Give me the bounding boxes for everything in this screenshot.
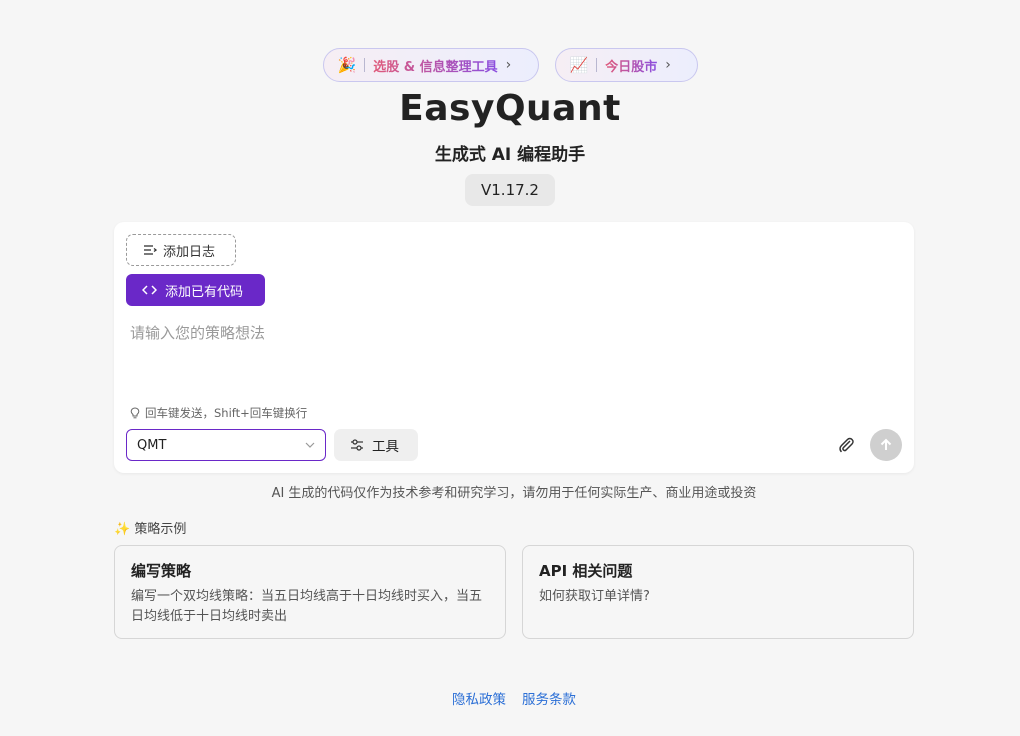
add-code-button[interactable]: 添加已有代码 — [126, 274, 265, 306]
version-wrap: V1.17.2 — [0, 174, 1020, 206]
lightbulb-icon — [130, 407, 140, 419]
send-button[interactable] — [870, 429, 902, 461]
privacy-policy-link[interactable]: 隐私政策 — [452, 688, 506, 708]
terms-of-service-link[interactable]: 服务条款 — [522, 688, 576, 708]
strategy-input[interactable] — [126, 318, 896, 398]
pill-label: 今日股市 — [605, 56, 657, 75]
pill-today-market[interactable]: 📈 今日股市 › — [554, 48, 698, 82]
announcement-pills: 🎉 选股 & 信息整理工具 › 📈 今日股市 › — [0, 48, 1020, 82]
example-card-write-strategy[interactable]: 编写策略 编写一个双均线策略：当五日均线高于十日均线时买入，当五日均线低于十日均… — [114, 545, 506, 639]
example-description: 如何获取订单详情? — [539, 589, 650, 604]
chart-up-icon: 📈 — [569, 56, 589, 74]
chevron-right-icon: › — [665, 57, 671, 73]
add-log-label: 添加日志 — [163, 244, 216, 260]
disclaimer-text: AI 生成的代码仅作为技术参考和研究学习，请勿用于任何实际生产、商业用途或投资 — [271, 486, 757, 501]
sliders-icon — [351, 439, 363, 451]
divider — [364, 58, 366, 72]
version-badge: V1.17.2 — [465, 174, 555, 206]
platform-value: QMT — [137, 437, 167, 453]
example-card-api-question[interactable]: API 相关问题 如何获取订单详情? — [522, 545, 914, 639]
paperclip-icon[interactable] — [836, 435, 856, 455]
example-heading: 编写策略 — [131, 562, 192, 580]
footer-links: 隐私政策 服务条款 — [0, 688, 1020, 708]
tools-button[interactable]: 工具 — [334, 429, 418, 461]
app-subtitle: 生成式 AI 编程助手 — [434, 145, 586, 165]
example-description: 编写一个双均线策略：当五日均线高于十日均线时买入，当五日均线低于十日均线时卖出 — [131, 589, 483, 624]
pill-label: 选股 & 信息整理工具 — [373, 56, 497, 75]
pill-stock-tools[interactable]: 🎉 选股 & 信息整理工具 › — [322, 48, 539, 82]
hint-text: 回车键发送，Shift+回车键换行 — [145, 406, 308, 420]
party-icon: 🎉 — [337, 56, 357, 74]
app-title: EasyQuant — [399, 88, 621, 129]
example-heading: API 相关问题 — [539, 562, 633, 580]
examples-title: ✨ 策略示例 — [114, 522, 187, 537]
arrow-up-icon — [880, 438, 892, 450]
chevron-down-icon — [305, 442, 315, 448]
platform-select[interactable]: QMT — [126, 429, 326, 461]
code-icon — [142, 285, 157, 295]
composer-card: 添加日志 添加已有代码 回车键发送，Shift+回车键换行 QMT 工具 — [114, 222, 914, 473]
tools-label: 工具 — [372, 439, 399, 455]
list-add-icon — [144, 245, 157, 255]
add-log-button[interactable]: 添加日志 — [126, 234, 236, 266]
chevron-right-icon: › — [505, 57, 512, 73]
divider — [596, 58, 598, 72]
input-hint: 回车键发送，Shift+回车键换行 — [130, 405, 307, 421]
add-code-label: 添加已有代码 — [165, 284, 244, 300]
